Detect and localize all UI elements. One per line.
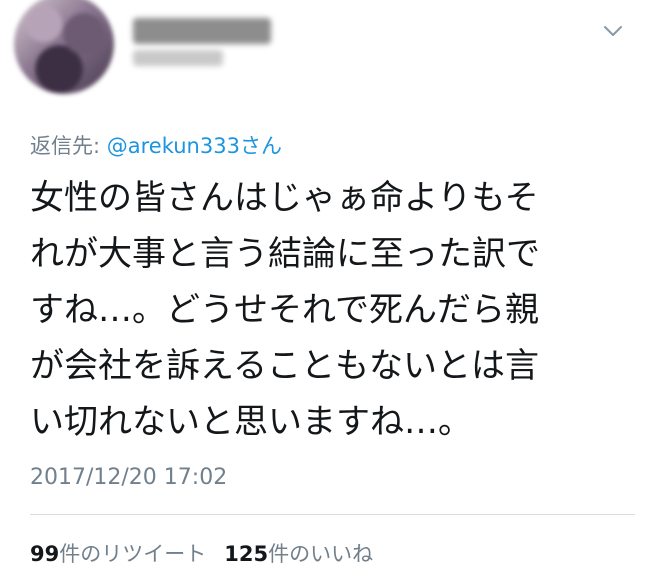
likes-stat[interactable]: 125件のいいね xyxy=(224,542,373,566)
retweets-label: 件のリツイート xyxy=(59,542,207,566)
tweet-text-line: が会社を訴えることもないとは言 xyxy=(30,346,539,386)
tweet-header xyxy=(0,0,650,110)
engagement-stats: 99件のリツイート 125件のいいね xyxy=(30,538,373,568)
reply-mention-link[interactable]: @arekun333さん xyxy=(107,134,282,158)
reply-to-line: 返信先: @arekun333さん xyxy=(30,130,282,160)
reply-to-label: 返信先: xyxy=(30,134,107,158)
tweet-timestamp[interactable]: 2017/12/20 17:02 xyxy=(30,465,227,490)
tweet-text-line: い切れないと思いますね…。 xyxy=(30,402,472,442)
retweets-stat[interactable]: 99件のリツイート xyxy=(30,542,206,566)
chevron-down-icon[interactable] xyxy=(600,18,626,44)
author-info[interactable] xyxy=(133,8,283,78)
tweet-text-line: 女性の皆さんはじゃぁ命よりもそ xyxy=(30,178,539,218)
likes-count: 125 xyxy=(224,542,269,566)
tweet-card: 返信先: @arekun333さん 女性の皆さんはじゃぁ命よりもそ れが大事と言… xyxy=(0,0,650,583)
tweet-text-line: れが大事と言う結論に至った訳で xyxy=(30,234,540,274)
author-handle-blurred xyxy=(133,50,223,66)
divider xyxy=(30,514,635,515)
retweets-count: 99 xyxy=(30,542,60,566)
tweet-text: 女性の皆さんはじゃぁ命よりもそ れが大事と言う結論に至った訳で すね…。どうせそ… xyxy=(30,170,630,450)
tweet-text-line: すね…。どうせそれで死んだら親 xyxy=(30,290,539,330)
avatar[interactable] xyxy=(14,0,114,94)
likes-label: 件のいいね xyxy=(268,542,374,566)
author-display-name-blurred xyxy=(133,18,271,44)
